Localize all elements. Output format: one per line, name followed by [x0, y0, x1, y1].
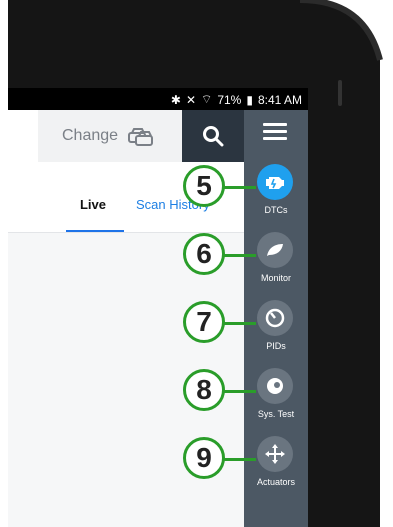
search-button[interactable]	[182, 110, 244, 162]
rail-item-dtcs[interactable]: DTCs	[244, 164, 308, 224]
status-bar: ✱ ✕ ⌔ 71% ▮ 8:41 AM	[8, 88, 308, 110]
move-arrows-icon	[257, 436, 293, 472]
change-vehicle-button[interactable]: Change	[38, 110, 182, 162]
callout-9: 9	[183, 437, 225, 479]
battery-percent: 71%	[217, 92, 242, 107]
callout-6: 6	[183, 233, 225, 275]
active-tab-indicator	[66, 230, 124, 232]
rail-item-sys-test[interactable]: Sys. Test	[244, 368, 308, 428]
callout-7: 7	[183, 301, 225, 343]
rail-label-sys-test: Sys. Test	[257, 409, 295, 419]
rail-label-actuators: Actuators	[256, 477, 296, 487]
leaf-icon	[257, 232, 293, 268]
search-icon	[203, 126, 224, 147]
bluetooth-icon: ✱	[170, 92, 181, 107]
rail-item-pids[interactable]: PIDs	[244, 300, 308, 360]
mute-icon: ✕	[185, 92, 197, 107]
engine-icon	[257, 164, 293, 200]
rail-item-monitor[interactable]: Monitor	[244, 232, 308, 292]
callout-5: 5	[183, 165, 225, 207]
side-rail: DTCs Monitor PIDs Sys. Test Actuators	[244, 110, 308, 527]
callout-8: 8	[183, 369, 225, 411]
change-label: Change	[62, 127, 119, 144]
car-icon	[128, 128, 154, 146]
clock: 8:41 AM	[257, 92, 302, 107]
toggle-test-icon	[257, 368, 293, 404]
wifi-icon: ⌔	[201, 92, 213, 106]
rail-item-actuators[interactable]: Actuators	[244, 436, 308, 496]
rail-label-pids: PIDs	[266, 341, 286, 351]
tab-live[interactable]: Live	[64, 197, 122, 212]
battery-icon: ▮	[246, 92, 253, 107]
menu-icon[interactable]	[263, 123, 287, 140]
gauge-icon	[257, 300, 293, 336]
rail-label-dtcs: DTCs	[264, 205, 288, 215]
rail-label-monitor: Monitor	[260, 273, 291, 283]
app-screen: ✱ ✕ ⌔ 71% ▮ 8:41 AM Change Live Scan His…	[8, 88, 308, 527]
